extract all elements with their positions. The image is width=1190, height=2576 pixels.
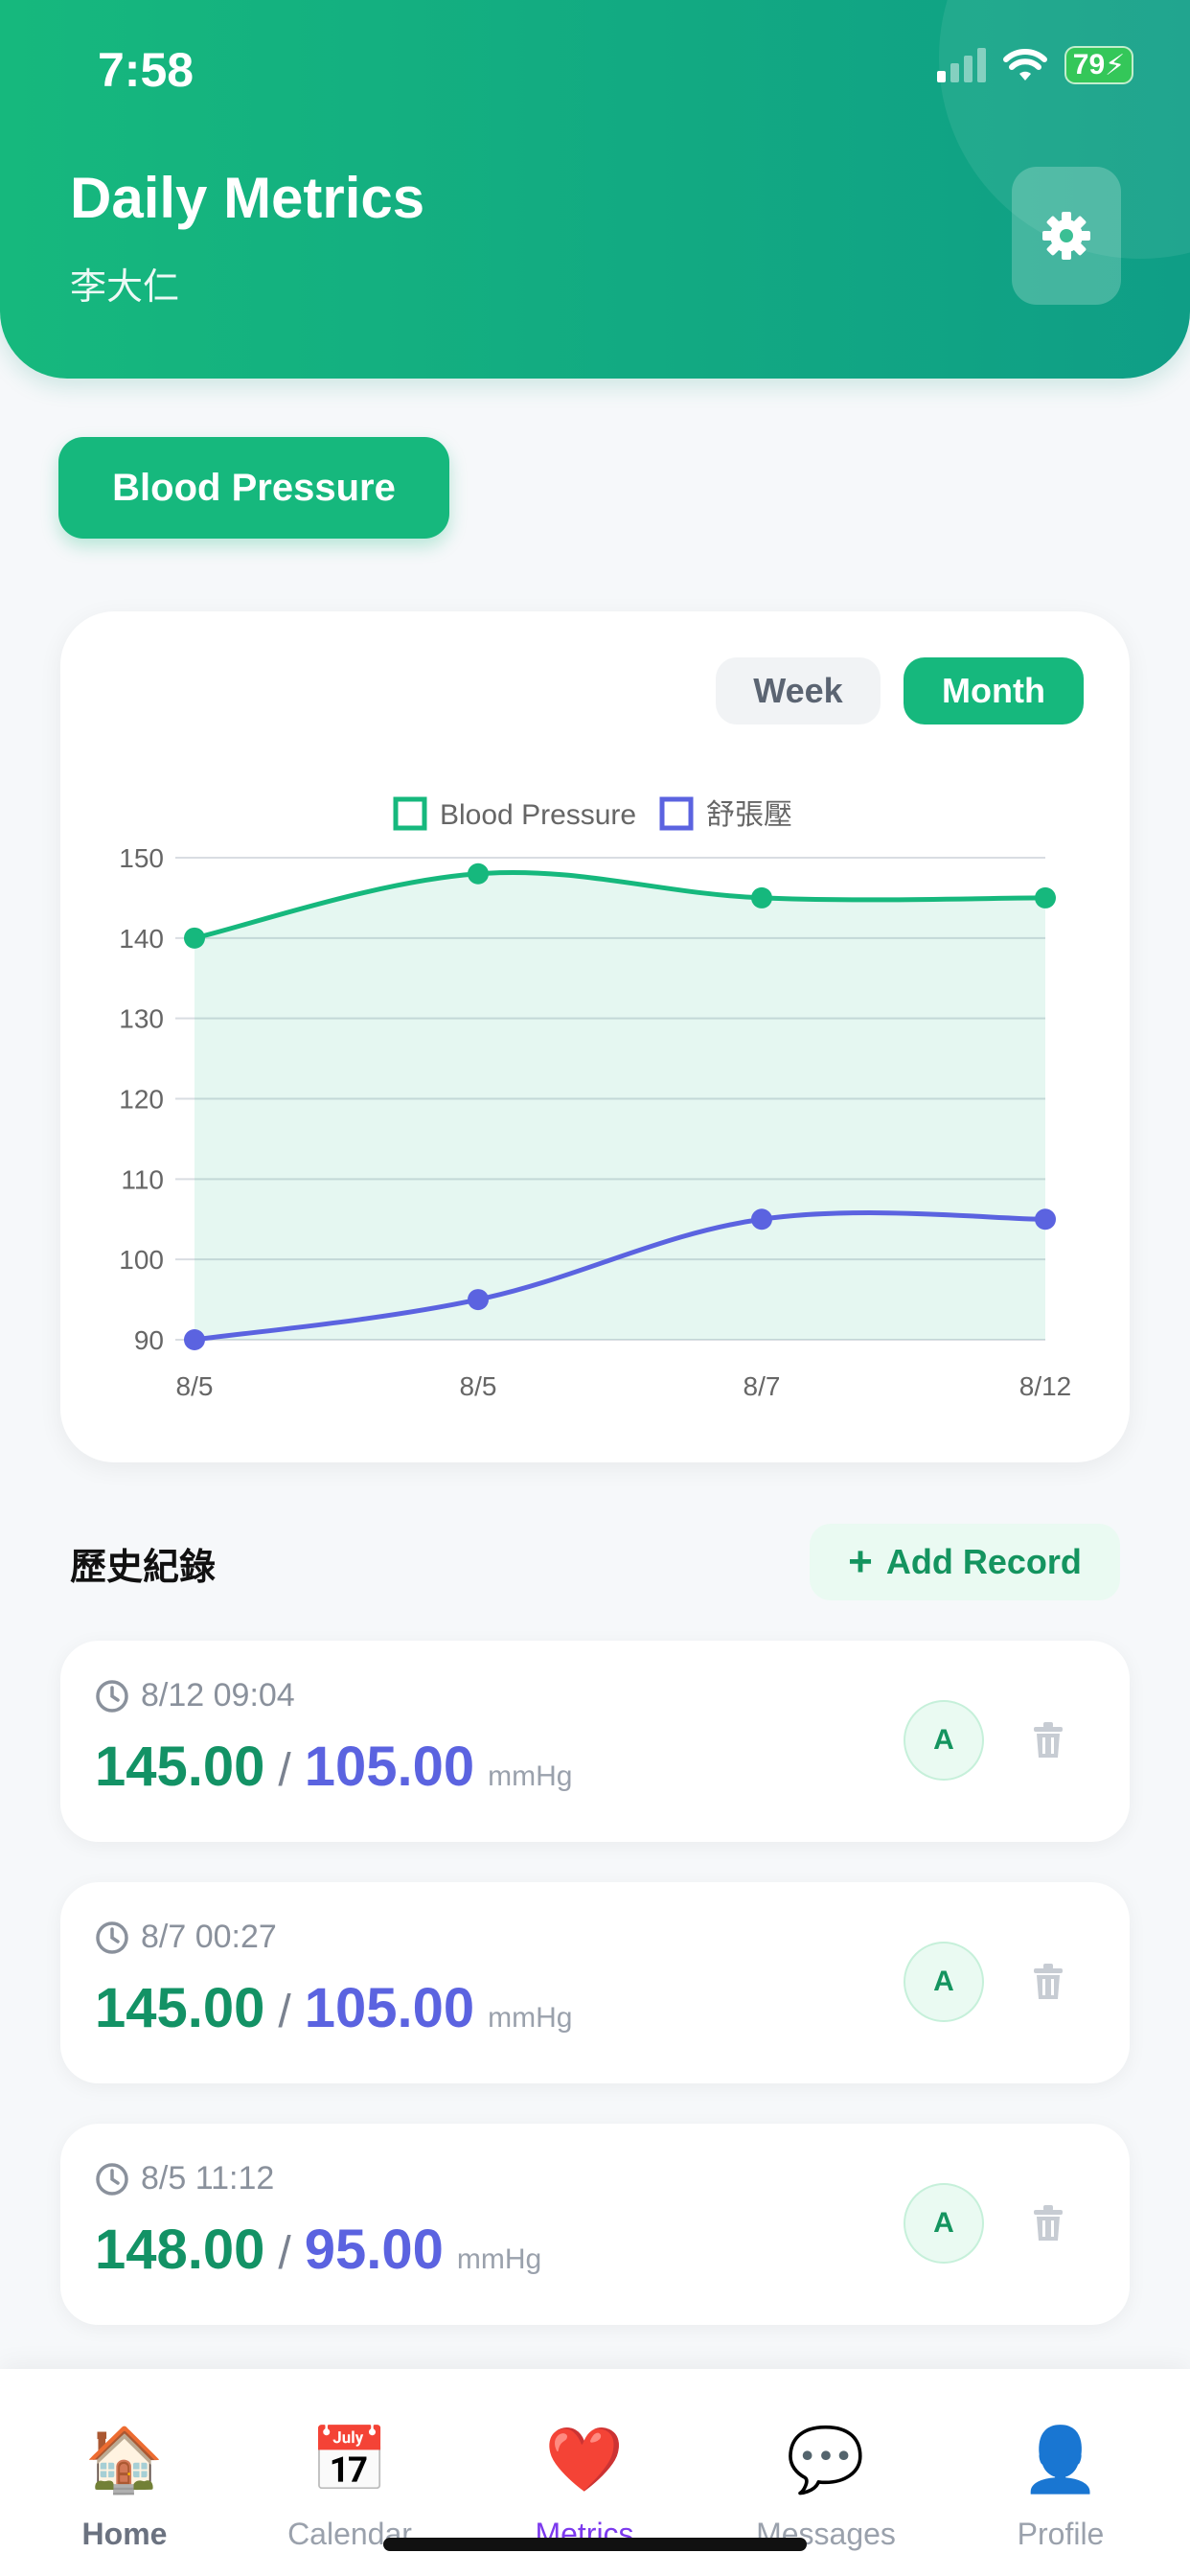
history-title: 歷史紀錄: [70, 1548, 217, 1588]
diastolic-value: 95.00: [304, 2219, 444, 2281]
clock-icon: [96, 2162, 128, 2196]
record-values: 145.00 / 105.00 mmHg: [95, 1735, 573, 1799]
status-icons: 79 ⚡: [937, 46, 1133, 84]
diastolic-value: 105.00: [304, 1977, 475, 2039]
cellular-signal-icon: [937, 48, 986, 82]
x-tick-label: 8/5: [176, 1371, 214, 1401]
metric-selector-button[interactable]: Blood Pressure: [58, 437, 449, 539]
record-time-text: 8/12 09:04: [141, 1677, 295, 1714]
data-point: [468, 1289, 489, 1311]
systolic-value: 148.00: [95, 2219, 265, 2281]
add-record-label: Add Record: [885, 1542, 1082, 1581]
status-time: 7:58: [98, 43, 195, 97]
systolic-value: 145.00: [95, 1736, 265, 1798]
y-tick-label: 100: [119, 1245, 164, 1275]
data-point: [751, 886, 772, 908]
settings-button[interactable]: [1012, 167, 1121, 305]
clock-icon: [96, 1679, 128, 1713]
trash-icon[interactable]: [1032, 1721, 1064, 1760]
data-point: [184, 927, 205, 949]
record-badge: A: [904, 1700, 984, 1781]
battery-icon: 79 ⚡: [1064, 46, 1133, 84]
heart-icon: ❤️: [544, 2424, 625, 2495]
y-tick-label: 150: [119, 843, 164, 873]
x-tick-label: 8/5: [460, 1371, 497, 1401]
speech-bubble-icon: 💬: [786, 2424, 866, 2495]
record-values: 148.00 / 95.00 mmHg: [95, 2218, 541, 2282]
legend-swatch: [393, 796, 427, 831]
record-values: 145.00 / 105.00 mmHg: [95, 1976, 573, 2040]
record-badge: A: [904, 2183, 984, 2264]
y-tick-label: 140: [119, 924, 164, 954]
y-tick-label: 120: [119, 1085, 164, 1115]
nav-label: Home: [81, 2517, 168, 2551]
record-time: 8/12 09:04: [95, 1677, 295, 1714]
plus-icon: +: [848, 1538, 873, 1585]
trash-icon[interactable]: [1032, 2204, 1064, 2242]
clock-icon: [96, 1920, 128, 1954]
data-point: [468, 862, 489, 885]
record-time: 8/7 00:27: [95, 1919, 277, 1956]
chart-card: 150 140 130 120 110 100 90 8/5 8/5 8/7 8/12 Blood P…: [60, 611, 1130, 1462]
record-time-text: 8/5 11:12: [141, 2160, 275, 2196]
record-badge: A: [904, 1942, 984, 2022]
y-tick-label: 90: [134, 1325, 164, 1355]
person-icon: 👤: [1020, 2424, 1101, 2495]
value-separator: /: [278, 2228, 291, 2279]
diastolic-value: 105.00: [304, 1736, 475, 1798]
y-tick-label: 110: [121, 1164, 164, 1194]
trash-icon[interactable]: [1032, 1963, 1064, 2001]
y-tick-label: 130: [119, 1004, 164, 1034]
record-card[interactable]: 8/7 00:27 145.00 / 105.00 mmHg A: [60, 1882, 1130, 2083]
range-toggle: Week Month: [716, 657, 1084, 724]
battery-level: 79: [1072, 49, 1106, 80]
week-tab[interactable]: Week: [716, 657, 881, 724]
record-card[interactable]: 8/12 09:04 145.00 / 105.00 mmHg A: [60, 1641, 1130, 1842]
legend-label: Blood Pressure: [440, 799, 636, 831]
x-tick-label: 8/12: [1019, 1371, 1072, 1401]
record-time: 8/5 11:12: [95, 2160, 274, 2197]
nav-label: Profile: [1017, 2517, 1105, 2551]
home-indicator: [383, 2538, 807, 2551]
unit-label: mmHg: [456, 2243, 542, 2275]
month-tab[interactable]: Month: [904, 657, 1084, 724]
nav-item-home[interactable]: 🏠 Home: [29, 2369, 220, 2576]
value-separator: /: [278, 1745, 291, 1796]
data-point: [184, 1329, 205, 1350]
app-header: 7:58 79 ⚡ Daily Metrics 李大仁: [0, 0, 1190, 379]
page-title: Daily Metrics: [70, 166, 425, 230]
house-icon: 🏠: [84, 2424, 165, 2495]
data-point: [751, 1208, 772, 1230]
value-separator: /: [278, 1987, 291, 2037]
wifi-icon: [1003, 49, 1047, 80]
unit-label: mmHg: [488, 2002, 573, 2034]
record-time-text: 8/7 00:27: [141, 1919, 277, 1955]
blood-pressure-chart: 150 140 130 120 110 100 90 8/5 8/5 8/7 8/12 Blood P…: [119, 796, 1072, 1401]
x-tick-label: 8/7: [744, 1371, 781, 1401]
series-area: [195, 872, 1045, 1340]
unit-label: mmHg: [488, 1760, 573, 1792]
data-point: [1035, 1208, 1056, 1230]
legend-label: 舒張壓: [706, 799, 792, 831]
user-name: 李大仁: [70, 267, 180, 308]
systolic-value: 145.00: [95, 1977, 265, 2039]
calendar-icon: 📅: [309, 2424, 390, 2495]
gear-icon: [1042, 212, 1090, 260]
record-card[interactable]: 8/5 11:12 148.00 / 95.00 mmHg A: [60, 2124, 1130, 2325]
add-record-button[interactable]: + Add Record: [810, 1524, 1120, 1600]
nav-item-profile[interactable]: 👤 Profile: [965, 2369, 1156, 2576]
legend-swatch: [659, 796, 694, 831]
data-point: [1035, 886, 1056, 908]
